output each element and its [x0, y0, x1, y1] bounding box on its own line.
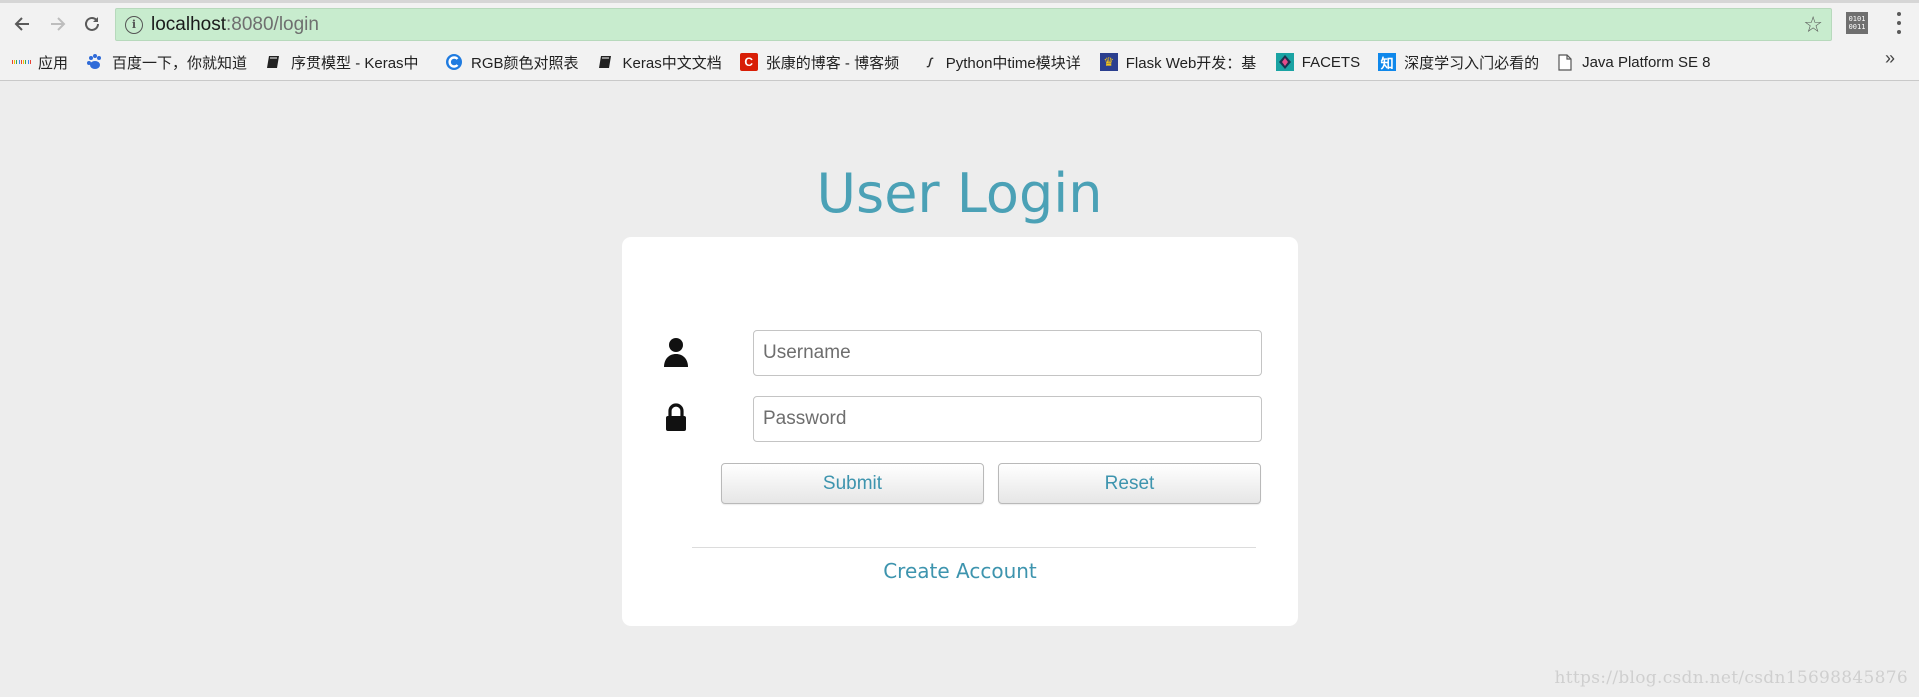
browser-chrome: i localhost:8080/login ☆ 0101 0011 应用 百度…: [0, 0, 1919, 81]
bookmark-label: 应用: [38, 54, 69, 72]
username-input[interactable]: [753, 330, 1262, 376]
lock-icon: [666, 403, 686, 431]
more-bookmarks-chevron-icon[interactable]: »: [1885, 48, 1895, 69]
url-path: :8080/login: [226, 13, 319, 35]
page-title: User Login: [816, 162, 1103, 225]
csdn-c-icon: C: [739, 53, 758, 71]
bookmark-label: Java Platform SE 8: [1582, 53, 1711, 71]
bookmark-label: Python中time模块详: [945, 54, 1081, 72]
bookmark-label: 深度学习入门必看的: [1404, 54, 1539, 72]
bookmark-label: RGB颜色对照表: [471, 54, 579, 72]
url-host: localhost: [151, 13, 226, 35]
username-row: [662, 330, 1262, 376]
arrow-left-icon: [14, 17, 29, 31]
diamond-icon: [1275, 53, 1294, 71]
bookmark-apps[interactable]: 应用: [12, 52, 68, 73]
arrow-right-icon: [51, 17, 66, 31]
c-logo-icon: [445, 53, 463, 71]
bookmark-csdn-blog[interactable]: C 张康的博客 - 博客频: [739, 52, 902, 73]
bookmark-label: 百度一下，你就知道: [112, 54, 248, 72]
page-icon: [1556, 53, 1574, 71]
book-icon: [597, 53, 615, 71]
bookmark-keras-docs[interactable]: Keras中文文档: [597, 52, 722, 73]
bookmark-star-icon[interactable]: ☆: [1803, 12, 1823, 38]
reload-button[interactable]: [76, 8, 108, 40]
back-button[interactable]: [6, 8, 38, 40]
bookmark-python-time[interactable]: ꭍ Python中time模块详: [920, 52, 1082, 73]
create-account-link[interactable]: Create Account: [622, 559, 1298, 583]
bookmark-deep-learning[interactable]: 知 深度学习入门必看的: [1378, 52, 1538, 73]
bookmark-keras-sequential[interactable]: 序贯模型 - Keras中: [265, 52, 427, 73]
tab-strip: [0, 0, 1919, 3]
reload-icon: [85, 16, 99, 31]
apps-grid-icon: [12, 53, 30, 71]
baidu-paw-icon: [86, 53, 104, 71]
divider: [692, 547, 1256, 548]
login-card: Submit Reset Create Account: [622, 237, 1298, 626]
bookmark-rgb-table[interactable]: RGB颜色对照表: [445, 52, 579, 73]
bookmark-baidu[interactable]: 百度一下，你就知道: [86, 52, 247, 73]
browser-menu-icon[interactable]: [1889, 10, 1909, 36]
bookmark-label: Flask Web开发：基: [1125, 54, 1257, 72]
bookmark-java-platform[interactable]: Java Platform SE 8: [1556, 53, 1710, 71]
info-icon[interactable]: i: [125, 15, 143, 34]
url-text[interactable]: localhost:8080/login: [151, 14, 319, 36]
password-input[interactable]: [753, 396, 1262, 442]
script-icon: ꭍ: [926, 55, 931, 70]
password-row: [662, 396, 1262, 442]
bookmark-label: 序贯模型 - Keras中: [291, 54, 419, 72]
bookmark-label: Keras中文文档: [622, 54, 722, 72]
address-bar[interactable]: i localhost:8080/login ☆: [115, 8, 1832, 41]
bookmarks-bar: 应用 百度一下，你就知道 序贯模型 - Keras中 RGB颜色对照表 Kera…: [0, 48, 1919, 76]
bookmark-facets[interactable]: FACETS: [1275, 53, 1361, 71]
bookmark-label: FACETS: [1301, 53, 1361, 71]
book-icon: [265, 53, 283, 71]
bookmark-flask-web[interactable]: ♛ Flask Web开发：基: [1099, 52, 1258, 73]
flask-book-icon: ♛: [1099, 53, 1118, 71]
user-icon: [664, 338, 688, 367]
watermark: https://blog.csdn.net/csdn15698845876: [1554, 668, 1908, 688]
forward-button[interactable]: [42, 8, 74, 40]
submit-button[interactable]: Submit: [721, 463, 984, 504]
bookmark-label: 张康的博客 - 博客频: [765, 54, 900, 72]
extension-binary-icon[interactable]: 0101 0011: [1846, 12, 1868, 34]
zhihu-icon: 知: [1378, 53, 1397, 71]
reset-button[interactable]: Reset: [998, 463, 1261, 504]
